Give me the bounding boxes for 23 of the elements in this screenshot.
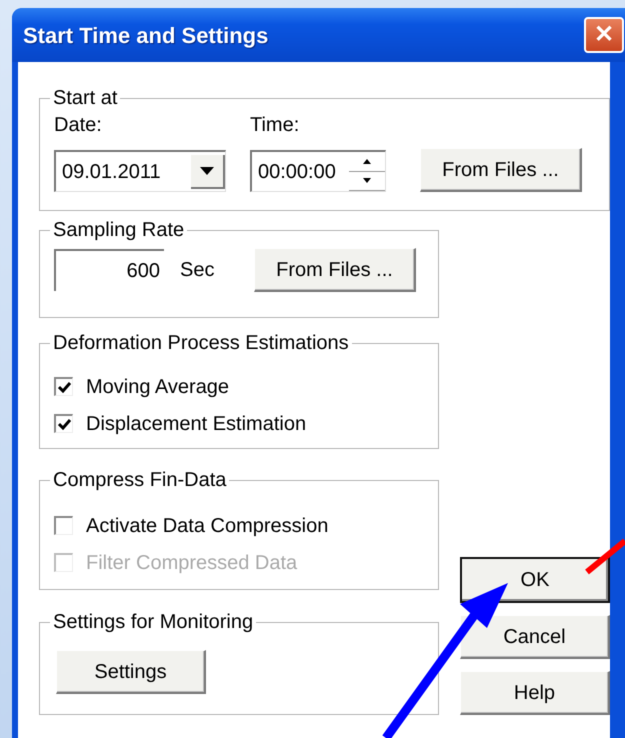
sampling-rate-field[interactable]: 600 [54, 249, 164, 291]
unit-label: Sec [180, 258, 214, 283]
close-button[interactable]: ✕ [584, 17, 624, 53]
down-arrow-icon [363, 178, 371, 183]
dialog-button[interactable]: Help [460, 671, 610, 715]
field-label: Time: [250, 113, 300, 138]
checkbox[interactable] [54, 414, 73, 433]
date-dropdown[interactable]: 09.01.2011 [54, 150, 226, 192]
up-arrow-icon [363, 159, 371, 164]
from-files-button[interactable]: From Files ... [254, 248, 416, 292]
caret-icon [200, 166, 214, 174]
time-spinner[interactable]: 00:00:00 [250, 150, 386, 192]
settings-button[interactable]: Settings [56, 650, 206, 694]
checkbox[interactable] [54, 516, 73, 535]
checkbox-label[interactable]: Displacement Estimation [86, 408, 306, 438]
checkbox-label[interactable]: Activate Data Compression [86, 510, 328, 540]
field-label: Date: [54, 113, 102, 138]
dialog-button[interactable]: Cancel [460, 615, 610, 659]
dialog-button[interactable]: OK [460, 557, 610, 603]
checkbox-label[interactable]: Moving Average [86, 372, 230, 402]
from-files-button[interactable]: From Files ... [420, 148, 582, 192]
checkbox[interactable] [54, 377, 73, 396]
window-title: Start Time and Settings [23, 22, 268, 50]
